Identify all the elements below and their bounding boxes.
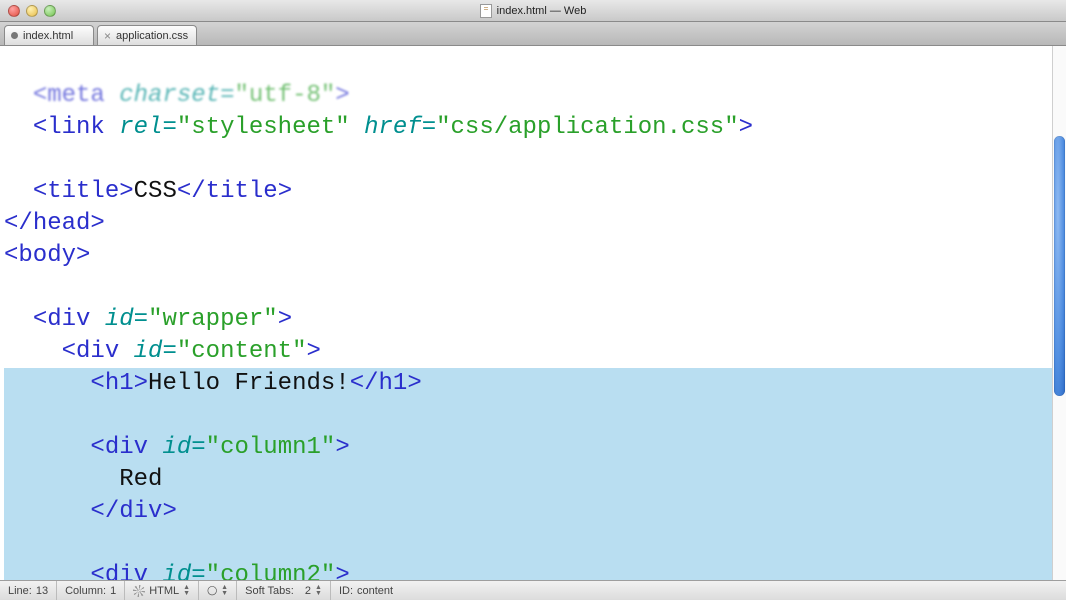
id-value: content: [357, 585, 393, 597]
tab-bar: index.html × application.css: [0, 22, 1066, 46]
status-cursor-line: Line: 13: [0, 581, 57, 600]
close-tab-icon[interactable]: ×: [104, 30, 111, 42]
syntax-label: HTML: [149, 585, 179, 597]
softtabs-label: Soft Tabs:: [245, 585, 294, 597]
status-scope: ID: content: [331, 581, 401, 600]
scrollbar-thumb[interactable]: [1054, 136, 1065, 396]
column-value: 1: [110, 585, 116, 597]
tab-application-css[interactable]: × application.css: [97, 25, 197, 45]
zoom-window-button[interactable]: [44, 5, 56, 17]
status-cursor-column: Column: 1: [57, 581, 125, 600]
softtabs-value: 2: [305, 585, 311, 597]
status-softtabs-select[interactable]: Soft Tabs: 2 ▲▼: [237, 581, 331, 600]
line-label: Line:: [8, 585, 32, 597]
status-record-macro[interactable]: ◯ ▲▼: [199, 581, 237, 600]
dropdown-stepper-icon: ▲▼: [183, 585, 190, 597]
status-syntax-select[interactable]: HTML ▲▼: [125, 581, 199, 600]
tab-label: application.css: [116, 30, 188, 42]
dropdown-stepper-icon: ▲▼: [315, 585, 322, 597]
dropdown-stepper-icon: ▲▼: [221, 585, 228, 597]
id-label: ID:: [339, 585, 353, 597]
close-window-button[interactable]: [8, 5, 20, 17]
gear-icon: [133, 585, 145, 597]
column-label: Column:: [65, 585, 106, 597]
tab-label: index.html: [23, 30, 73, 42]
editor-area: <meta charset="utf-8"> <link rel="styles…: [0, 46, 1066, 580]
status-bar: Line: 13 Column: 1 HTML ▲▼ ◯ ▲▼ Soft Tab…: [0, 580, 1066, 600]
line-value: 13: [36, 585, 48, 597]
tab-index-html[interactable]: index.html: [4, 25, 94, 45]
minimize-window-button[interactable]: [26, 5, 38, 17]
window-title: index.html — Web: [0, 4, 1066, 18]
vertical-scrollbar[interactable]: [1052, 46, 1066, 580]
document-icon: [480, 4, 492, 18]
window-title-text: index.html — Web: [497, 5, 587, 17]
modified-dot-icon: [11, 32, 18, 39]
window-titlebar: index.html — Web: [0, 0, 1066, 22]
code-editor[interactable]: <meta charset="utf-8"> <link rel="styles…: [0, 46, 1052, 580]
window-controls: [8, 5, 56, 17]
